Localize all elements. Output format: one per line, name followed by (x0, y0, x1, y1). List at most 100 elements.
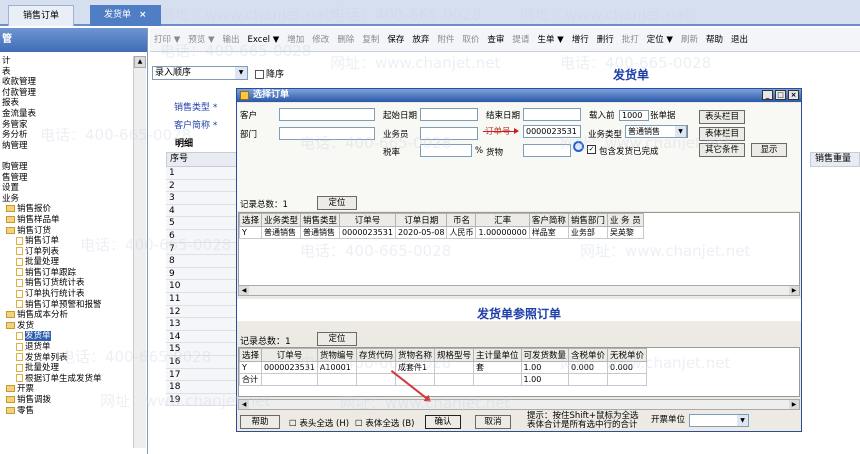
toolbar-button[interactable]: 退出 (731, 35, 748, 45)
column-header[interactable]: 可发货数量 (520, 348, 570, 362)
column-header[interactable]: 货物名称 (394, 348, 435, 362)
sort-order-select[interactable]: 录入顺序 ▼ (152, 66, 248, 80)
nav-item[interactable]: 付款管理 (0, 88, 135, 99)
show-button[interactable]: 显示 (751, 143, 787, 157)
table-row[interactable]: 合计 1.00 (238, 373, 648, 386)
nav-item[interactable]: 销售调拨 (0, 395, 135, 406)
load-count-input[interactable]: 1000 (619, 110, 649, 121)
confirm-button[interactable]: 确认 (425, 415, 461, 429)
nav-item[interactable]: 订单执行统计表 (0, 289, 135, 300)
column-header[interactable]: 存货代码 (355, 348, 396, 362)
toolbar-button[interactable]: 增加 (287, 35, 304, 45)
other-conditions-button[interactable]: 其它条件 (699, 143, 745, 157)
scroll-right-icon[interactable]: ▶ (789, 286, 799, 295)
minimize-icon[interactable]: _ (762, 90, 773, 100)
end-date-input[interactable] (523, 108, 581, 121)
biz-type-select[interactable]: 普通销售 ▼ (625, 125, 687, 138)
body-columns-button[interactable]: 表体栏目 (699, 127, 745, 141)
toolbar-button[interactable]: 放弃 (412, 35, 429, 45)
tax-rate-input[interactable] (420, 144, 472, 157)
nav-item[interactable]: 发货单 (0, 331, 135, 342)
nav-item[interactable]: 售管理 (0, 173, 135, 184)
toolbar-button[interactable]: 帮助 (706, 35, 723, 45)
dept-input[interactable] (279, 127, 375, 140)
nav-item[interactable]: 务分析 (0, 130, 135, 141)
table-row[interactable]: Y 0000023531 A10001 成套件1 套 1.00 0.000 0.000 (238, 361, 648, 374)
toolbar-button[interactable]: Excel ▼ (248, 35, 280, 45)
nav-item[interactable]: 业务 (0, 194, 135, 205)
start-date-input[interactable] (420, 108, 478, 121)
toolbar-button[interactable]: 刷新 (681, 35, 698, 45)
nav-item[interactable]: 收款管理 (0, 77, 135, 88)
salesman-input[interactable] (420, 127, 478, 140)
horizontal-scrollbar[interactable]: ◀ ▶ (238, 285, 800, 296)
scroll-right-icon[interactable]: ▶ (789, 400, 799, 409)
locate-button[interactable]: 定位 (317, 196, 357, 210)
column-header[interactable]: 销售类型 (300, 213, 341, 227)
nav-item[interactable]: 批量处理 (0, 363, 135, 374)
toolbar-button[interactable]: 增行 (572, 35, 589, 45)
nav-scrollbar[interactable]: ▲ (133, 56, 146, 448)
scroll-left-icon[interactable]: ◀ (239, 286, 249, 295)
toolbar-button[interactable]: 批打 (622, 35, 639, 45)
toolbar-button[interactable]: 预览 ▼ (188, 35, 214, 45)
nav-item[interactable]: 订单列表 (0, 247, 135, 258)
nav-item[interactable]: 零售 (0, 406, 135, 417)
nav-item[interactable]: 报表 (0, 98, 135, 109)
toolbar-button[interactable]: 修改 (312, 35, 329, 45)
detail-tab[interactable]: 明细 (175, 136, 193, 149)
nav-item[interactable]: 发货单列表 (0, 353, 135, 364)
column-header[interactable]: 订单号 (261, 348, 318, 362)
column-header[interactable]: 订单日期 (394, 213, 448, 227)
toolbar-button[interactable]: 输出 (223, 35, 240, 45)
nav-item[interactable]: 发货 (0, 321, 135, 332)
descending-checkbox[interactable]: 降序 (255, 67, 284, 80)
nav-item[interactable]: 设置 (0, 183, 135, 194)
column-header[interactable]: 业务类型 (261, 213, 302, 227)
nav-item[interactable]: 金流量表 (0, 109, 135, 120)
goods-input[interactable] (523, 144, 571, 157)
table-row[interactable]: Y 普通销售 普通销售 0000023531 2020-05-08 人民币 1.000000… (238, 226, 644, 239)
nav-item[interactable]: 销售订单跟踪 (0, 268, 135, 279)
column-header[interactable]: 客户简称 (528, 213, 569, 227)
nav-item[interactable]: 纳管理 (0, 141, 135, 152)
help-button[interactable]: 帮助 (240, 415, 280, 429)
nav-item[interactable]: 表 (0, 67, 135, 78)
toolbar-button[interactable]: 复制 (362, 35, 379, 45)
invoice-unit-select[interactable]: ▼ (689, 414, 749, 427)
column-header[interactable]: 销售部门 (567, 213, 608, 227)
column-header[interactable]: 选择 (238, 348, 263, 362)
toolbar-button[interactable]: 查审 (487, 35, 504, 45)
order-no-input[interactable]: 0000023531 (523, 125, 581, 138)
cancel-button[interactable]: 取消 (475, 415, 511, 429)
toolbar-button[interactable]: 生单 ▼ (537, 35, 563, 45)
column-header[interactable]: 币名 (446, 213, 477, 227)
nav-item[interactable]: 销售订货统计表 (0, 278, 135, 289)
search-icon[interactable] (573, 141, 584, 152)
column-header[interactable]: 无税单价 (607, 348, 648, 362)
close-icon[interactable]: × (139, 10, 147, 20)
nav-item[interactable] (0, 151, 135, 162)
nav-item[interactable]: 退货单 (0, 342, 135, 353)
tab-delivery-note[interactable]: 发货单 × (90, 5, 161, 26)
column-header[interactable]: 汇率 (475, 213, 530, 227)
select-all-body-checkbox[interactable]: ☐ 表体全选 (B) (355, 417, 415, 429)
column-header[interactable]: 含税单价 (568, 348, 609, 362)
toolbar-button[interactable]: 打印 ▼ (154, 35, 180, 45)
nav-item[interactable]: 购管理 (0, 162, 135, 173)
checkbox-box[interactable] (255, 70, 264, 79)
nav-item[interactable]: 根据订单生成发货单 (0, 374, 135, 385)
column-header[interactable]: 业 务 员 (606, 213, 644, 227)
header-columns-button[interactable]: 表头栏目 (699, 110, 745, 124)
close-icon[interactable]: × (788, 90, 799, 100)
toolbar-button[interactable]: 取价 (462, 35, 479, 45)
column-header[interactable]: 规格型号 (433, 348, 474, 362)
nav-item[interactable]: 务管家 (0, 120, 135, 131)
toolbar-button[interactable]: 删除 (337, 35, 354, 45)
nav-item[interactable]: 销售报价 (0, 204, 135, 215)
toolbar-button[interactable]: 定位 ▼ (647, 35, 673, 45)
column-header[interactable]: 主计量单位 (472, 348, 522, 362)
scroll-left-icon[interactable]: ◀ (239, 400, 249, 409)
nav-item[interactable]: 销售样品单 (0, 215, 135, 226)
column-header[interactable]: 货物编号 (316, 348, 357, 362)
